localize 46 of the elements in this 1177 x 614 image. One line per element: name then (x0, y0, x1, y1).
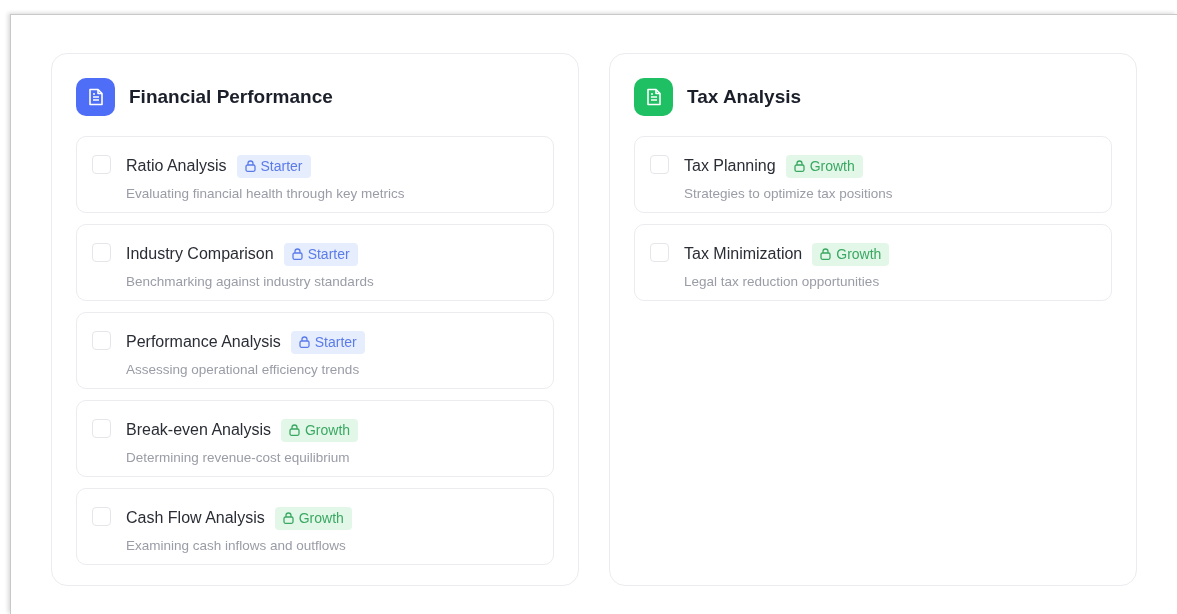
option-description: Strategies to optimize tax positions (684, 185, 893, 203)
checkbox[interactable] (650, 243, 669, 262)
lock-icon (793, 160, 805, 172)
lock-icon (291, 248, 303, 260)
tier-badge: Growth (785, 154, 863, 178)
option-card[interactable]: Cash Flow Analysis Growth Examining cash inflows and outflows (76, 488, 554, 565)
checkbox[interactable] (92, 507, 111, 526)
option-card[interactable]: Tax Minimization Growth Legal tax reduction opportunities (634, 224, 1112, 301)
tier-badge: Growth (812, 242, 890, 266)
option-title: Ratio Analysis (126, 156, 227, 176)
option-card[interactable]: Tax Planning Growth Strategies to optimize tax positions (634, 136, 1112, 213)
option-title: Performance Analysis (126, 332, 281, 352)
tier-badge: Starter (236, 154, 311, 178)
tier-badge: Starter (283, 242, 358, 266)
lock-icon (288, 424, 300, 436)
tier-badge: Growth (274, 506, 352, 530)
option-card[interactable]: Performance Analysis Starter Assessing operational efficiency trends (76, 312, 554, 389)
option-description: Evaluating financial health through key metrics (126, 185, 405, 203)
option-description: Benchmarking against industry standards (126, 273, 374, 291)
option-card[interactable]: Break-even Analysis Growth Determining revenue-cost equilibrium (76, 400, 554, 477)
checkbox[interactable] (92, 331, 111, 350)
option-title: Tax Minimization (684, 244, 803, 264)
checkbox[interactable] (650, 155, 669, 174)
option-title: Cash Flow Analysis (126, 508, 265, 528)
document-icon (645, 88, 662, 106)
checkbox[interactable] (92, 155, 111, 174)
section-title: Tax Analysis (687, 84, 802, 109)
tier-badge: Growth (280, 418, 359, 442)
checkbox[interactable] (92, 419, 111, 438)
option-description: Examining cash inflows and outflows (126, 537, 347, 555)
tier-badge: Starter (290, 330, 365, 354)
option-description: Assessing operational efficiency trends (126, 361, 361, 379)
lock-icon (820, 248, 832, 260)
section-title: Financial Performance (129, 84, 333, 109)
lock-icon (244, 160, 256, 172)
option-description: Legal tax reduction opportunities (684, 273, 881, 291)
option-card[interactable]: Industry Comparison Starter Benchmarking against industry standards (76, 224, 554, 301)
document-icon (87, 88, 104, 106)
lock-icon (298, 336, 310, 348)
lock-icon (282, 512, 294, 524)
option-title: Tax Planning (684, 156, 776, 176)
option-description: Determining revenue-cost equilibrium (126, 449, 351, 467)
option-title: Break-even Analysis (126, 420, 271, 440)
option-card[interactable]: Ratio Analysis Starter Evaluating financial health through key metrics (76, 136, 554, 213)
option-title: Industry Comparison (126, 244, 274, 264)
checkbox[interactable] (92, 243, 111, 262)
